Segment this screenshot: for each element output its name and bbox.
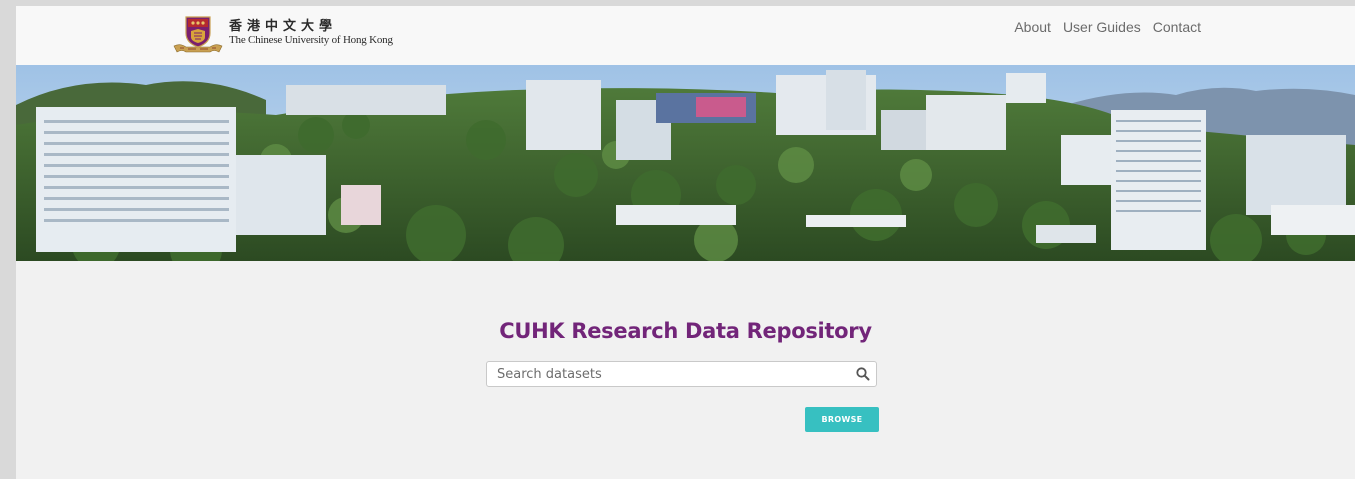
browse-button[interactable]: BROWSE (805, 407, 879, 432)
crest-icon (172, 15, 224, 55)
logo-text-english: The Chinese University of Hong Kong (229, 34, 393, 46)
search-box (486, 361, 877, 387)
top-nav: About User Guides Contact (1014, 19, 1201, 35)
page-title: CUHK Research Data Repository (499, 319, 872, 343)
nav-link-contact[interactable]: Contact (1153, 19, 1201, 35)
campus-banner-image (16, 65, 1355, 261)
search-input[interactable] (495, 362, 849, 386)
navbar: 香港中文大學 The Chinese University of Hong Ko… (16, 6, 1355, 65)
main-content: CUHK Research Data Repository BROWSE (16, 261, 1355, 479)
page: 香港中文大學 The Chinese University of Hong Ko… (16, 6, 1355, 479)
nav-link-user-guides[interactable]: User Guides (1063, 19, 1141, 35)
university-logo[interactable]: 香港中文大學 The Chinese University of Hong Ko… (172, 15, 393, 55)
logo-text-chinese: 香港中文大學 (229, 19, 338, 34)
search-icon[interactable] (855, 366, 871, 382)
nav-link-about[interactable]: About (1014, 19, 1051, 35)
